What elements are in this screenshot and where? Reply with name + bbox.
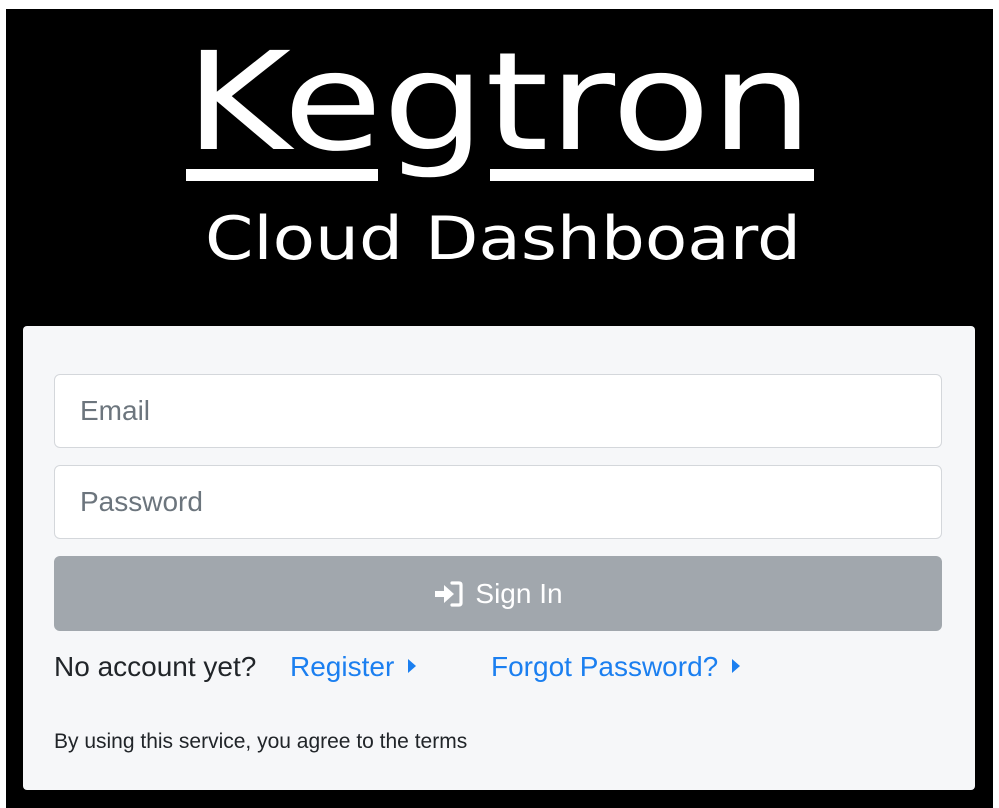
forgot-password-label: Forgot Password? bbox=[491, 651, 719, 682]
page-frame: Kegtron Cloud Dashboard Sign In No accou… bbox=[6, 9, 993, 808]
logo-underline-left bbox=[186, 169, 378, 181]
forgot-password-link[interactable]: Forgot Password? bbox=[491, 651, 741, 683]
sign-in-icon bbox=[435, 580, 464, 607]
kegtron-logo-image: Kegtron Cloud Dashboard bbox=[185, 24, 814, 274]
sign-in-button[interactable]: Sign In bbox=[54, 556, 942, 631]
logo-subtitle-text: Cloud Dashboard bbox=[205, 204, 801, 274]
email-input[interactable] bbox=[54, 374, 942, 448]
caret-right-icon bbox=[732, 659, 741, 673]
caret-right-icon bbox=[408, 659, 417, 673]
register-link[interactable]: Register bbox=[290, 651, 417, 683]
terms-notice: By using this service, you agree to the … bbox=[54, 730, 468, 753]
account-links: No account yet? Register Forgot Password… bbox=[54, 651, 954, 691]
sign-in-label: Sign In bbox=[475, 577, 563, 609]
kegtron-logo: Kegtron Cloud Dashboard bbox=[6, 9, 993, 309]
logo-underline-right bbox=[490, 169, 814, 181]
logo-brand-text: Kegtron bbox=[185, 24, 813, 182]
no-account-prompt: No account yet? bbox=[54, 651, 257, 682]
password-input[interactable] bbox=[54, 465, 942, 539]
login-card: Sign In No account yet? Register Forgot … bbox=[23, 326, 975, 790]
register-label: Register bbox=[290, 651, 395, 682]
